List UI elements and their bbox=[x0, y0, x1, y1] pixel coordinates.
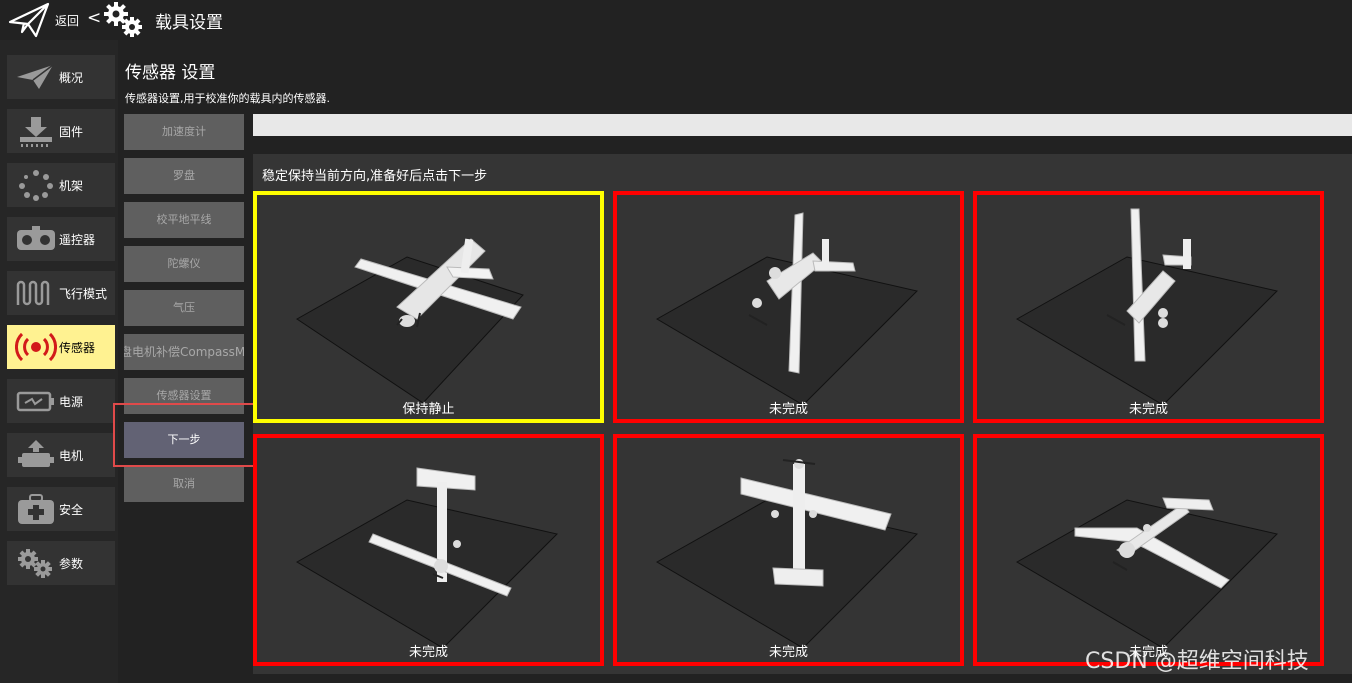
radio-controller-icon bbox=[17, 226, 55, 250]
calibration-instruction: 稳定保持当前方向,准备好后点击下一步 bbox=[262, 169, 488, 184]
sidebar-item-label: 机架 bbox=[59, 179, 84, 193]
airframe-dots-icon bbox=[19, 170, 53, 201]
plane-right-side-illustration bbox=[1015, 208, 1278, 406]
gears-icon bbox=[18, 549, 52, 578]
sidebar-item-label: 安全 bbox=[59, 503, 84, 517]
sidebar-item-airframe[interactable]: 机架 bbox=[7, 163, 115, 207]
orientation-tile-nose-up: 未完成 bbox=[613, 434, 964, 666]
chevron-left-icon[interactable]: < bbox=[87, 8, 101, 28]
sidebar-item-label: 遥控器 bbox=[59, 233, 96, 247]
sidebar-item-firmware[interactable]: 固件 bbox=[7, 109, 115, 153]
sidebar-item-motors[interactable]: 电机 bbox=[7, 433, 115, 477]
sidebar-item-summary[interactable]: 概况 bbox=[7, 55, 115, 99]
sidebar-item-power[interactable]: 电源 bbox=[7, 379, 115, 423]
sidebar-item-sensors[interactable]: 传感器 bbox=[7, 325, 115, 369]
orientation-tile-right-side: 未完成 bbox=[973, 191, 1324, 423]
sensor-signal-icon bbox=[15, 332, 57, 362]
gyroscope-button[interactable]: 陀螺仪 bbox=[124, 246, 244, 282]
plane-upside-down-illustration bbox=[1015, 497, 1278, 649]
accelerometer-button[interactable]: 加速度计 bbox=[124, 114, 244, 150]
calibration-progress-bar bbox=[253, 114, 1352, 136]
tile-status: 未完成 bbox=[1128, 402, 1168, 417]
sidebar-item-label: 参数 bbox=[59, 557, 84, 571]
safety-kit-icon bbox=[18, 494, 54, 524]
tile-status: 未完成 bbox=[768, 645, 808, 660]
page-title: 载具设置 bbox=[155, 13, 223, 33]
gears-icon bbox=[104, 2, 142, 37]
plane-left-side-illustration bbox=[655, 212, 918, 406]
watermark: CSDN @超维空间科技 bbox=[1085, 649, 1309, 674]
battery-icon bbox=[16, 391, 54, 412]
orientation-tile-left-side: 未完成 bbox=[613, 191, 964, 423]
motor-icon bbox=[18, 440, 54, 467]
plane-nose-up-illustration bbox=[655, 459, 918, 649]
level-horizon-button[interactable]: 校平地平线 bbox=[124, 202, 244, 238]
pressure-button[interactable]: 气压 bbox=[124, 290, 244, 326]
orientation-tile-upside-down: 未完成 bbox=[973, 434, 1324, 666]
orientation-tile-level: 保持静止 bbox=[253, 191, 604, 423]
compassmot-button[interactable]: 盘电机补偿CompassM bbox=[124, 334, 244, 370]
sidebar-item-radio[interactable]: 遥控器 bbox=[7, 217, 115, 261]
flight-mode-wave-icon bbox=[16, 280, 50, 306]
tile-status: 保持静止 bbox=[402, 402, 455, 417]
tile-status: 未完成 bbox=[768, 402, 808, 417]
compass-button[interactable]: 罗盘 bbox=[124, 158, 244, 194]
section-description: 传感器设置,用于校准你的载具内的传感器. bbox=[125, 92, 330, 105]
sidebar-item-flight-modes[interactable]: 飞行模式 bbox=[7, 271, 115, 315]
sidebar: 概况 固件 机架 遥控器 飞行模式 传感器 电源 电机 安全 参数 bbox=[0, 40, 118, 683]
top-bar: 返回 < 载具设置 bbox=[0, 0, 1352, 40]
sidebar-item-parameters[interactable]: 参数 bbox=[7, 541, 115, 585]
plane-level-illustration bbox=[296, 238, 524, 404]
download-firmware-icon bbox=[20, 117, 52, 147]
sidebar-item-label: 传感器 bbox=[59, 341, 96, 355]
back-label[interactable]: 返回 bbox=[55, 12, 79, 29]
sidebar-item-label: 概况 bbox=[59, 71, 84, 85]
sidebar-item-label: 电源 bbox=[59, 395, 84, 409]
paper-plane-icon[interactable] bbox=[8, 2, 50, 38]
sidebar-item-label: 电机 bbox=[59, 449, 84, 463]
plane-icon bbox=[17, 64, 54, 89]
sidebar-item-label: 固件 bbox=[59, 125, 84, 139]
orientation-tile-nose-down: 未完成 bbox=[253, 434, 604, 666]
section-title: 传感器 设置 bbox=[125, 63, 216, 83]
cancel-button[interactable]: 取消 bbox=[124, 466, 244, 502]
plane-nose-down-illustration bbox=[295, 467, 558, 649]
sidebar-item-label: 飞行模式 bbox=[59, 287, 108, 301]
tile-status: 未完成 bbox=[408, 645, 448, 660]
sidebar-item-safety[interactable]: 安全 bbox=[7, 487, 115, 531]
